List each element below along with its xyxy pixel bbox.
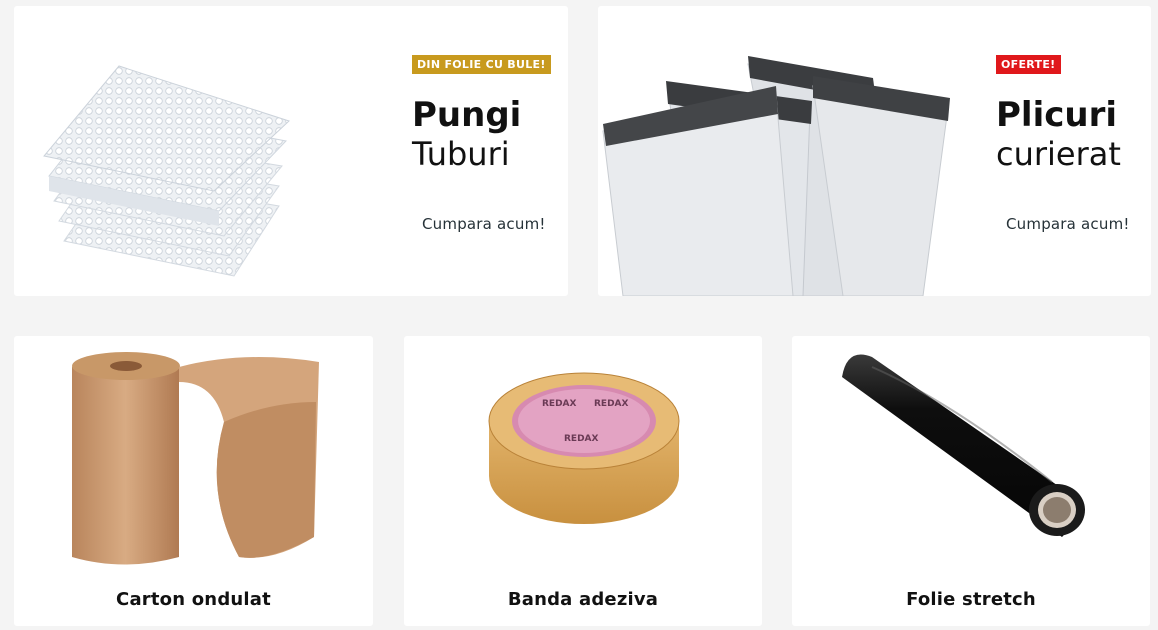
courier-envelopes-icon [602,56,950,296]
promo-title: Pungi [412,95,522,135]
promo-subtitle: Tuburi [412,135,510,173]
category-label: Carton ondulat [116,589,271,610]
category-card-stretch-film[interactable]: Folie stretch [792,336,1150,626]
promo-badge: DIN FOLIE CU BULE! [412,55,551,74]
shop-now-link[interactable]: Cumpara acum! [1006,215,1130,233]
category-card-adhesive-tape[interactable]: REDAX REDAX REDAX Banda adeziva [404,336,762,626]
svg-text:REDAX: REDAX [594,399,629,409]
promo-title: Plicuri [996,95,1118,135]
shop-now-link[interactable]: Cumpara acum! [422,215,546,233]
bubble-wrap-bags-icon [43,65,290,277]
category-label: Banda adeziva [507,589,659,610]
promo-card-courier-envelopes[interactable]: OFERTE! Plicuri curierat Cumpara acum! [598,6,1151,296]
promo-badge: OFERTE! [996,55,1061,74]
adhesive-tape-roll-icon: REDAX REDAX REDAX [488,372,680,524]
category-card-corrugated-cardboard[interactable]: Carton ondulat [14,336,373,626]
promo-card-bubble-bags[interactable]: DIN FOLIE CU BULE! Pungi Tuburi Cumpara … [14,6,568,296]
stretch-film-roll-icon [842,354,1085,537]
svg-text:REDAX: REDAX [564,434,599,444]
promo-subtitle: curierat [996,135,1121,173]
corrugated-cardboard-roll-icon [72,352,319,565]
svg-text:REDAX: REDAX [542,399,577,409]
category-label: Folie stretch [906,589,1036,610]
